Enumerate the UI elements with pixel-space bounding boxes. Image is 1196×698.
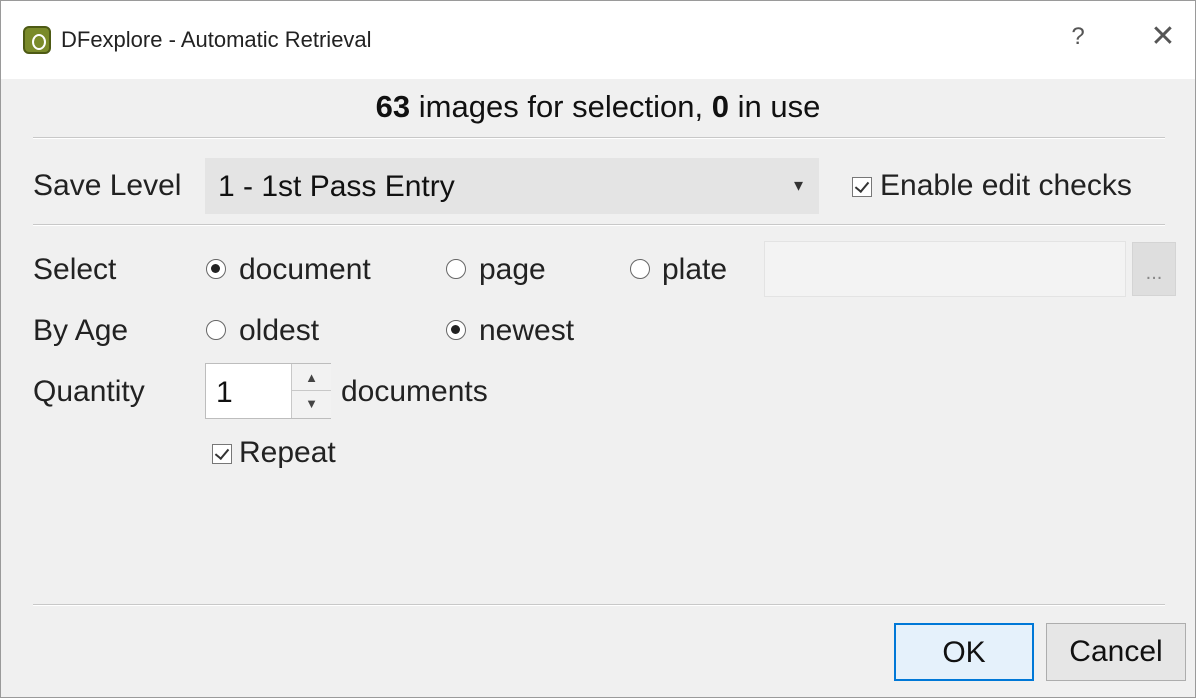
enable-edit-checks-checkbox[interactable] [852,177,872,197]
in-use-text: in use [737,89,821,124]
divider [33,137,1165,139]
stepper-up-icon[interactable]: ▲ [291,364,331,391]
select-document-radio[interactable] [206,259,226,279]
age-newest-radio[interactable] [446,320,466,340]
stepper-down-icon[interactable]: ▼ [291,391,331,418]
select-page-radio[interactable] [446,259,466,279]
quantity-value: 1 [216,376,233,409]
select-plate-radio[interactable] [630,259,650,279]
selection-summary: 63 images for selection, 0 in use [1,89,1195,125]
ok-button[interactable]: OK [894,623,1034,681]
quantity-stepper[interactable]: 1 ▲ ▼ [205,363,331,419]
help-button[interactable]: ? [1063,23,1093,51]
title-bar: DFexplore - Automatic Retrieval ? ✕ [1,1,1195,79]
save-level-dropdown[interactable]: 1 - 1st Pass Entry ▾ [205,158,819,214]
by-age-label: By Age [33,314,129,347]
save-level-label: Save Level [33,169,182,202]
age-oldest-label: oldest [239,314,320,347]
age-oldest-radio[interactable] [206,320,226,340]
image-count-text: images for selection, [418,89,704,124]
repeat-checkbox[interactable] [212,444,232,464]
select-plate-label: plate [662,253,728,286]
dfexplore-app-icon [23,26,51,54]
divider [33,224,1165,226]
window-title: DFexplore - Automatic Retrieval [61,27,372,52]
enable-edit-checks-label: Enable edit checks [880,169,1132,202]
automatic-retrieval-dialog: DFexplore - Automatic Retrieval ? ✕ 63 i… [0,0,1196,698]
select-page-label: page [479,253,546,286]
quantity-label: Quantity [33,375,145,408]
divider [33,604,1165,606]
plate-input[interactable] [764,241,1126,297]
select-document-label: document [239,253,371,286]
in-use-count: 0 [711,89,729,124]
chevron-down-icon: ▾ [794,175,804,195]
quantity-unit-label: documents [341,375,488,408]
select-label: Select [33,253,117,286]
browse-button[interactable]: ... [1132,242,1176,296]
save-level-value: 1 - 1st Pass Entry [218,170,455,203]
close-button[interactable]: ✕ [1146,19,1180,55]
cancel-button[interactable]: Cancel [1046,623,1186,681]
age-newest-label: newest [479,314,575,347]
repeat-label: Repeat [239,436,336,469]
image-count: 63 [375,89,411,124]
